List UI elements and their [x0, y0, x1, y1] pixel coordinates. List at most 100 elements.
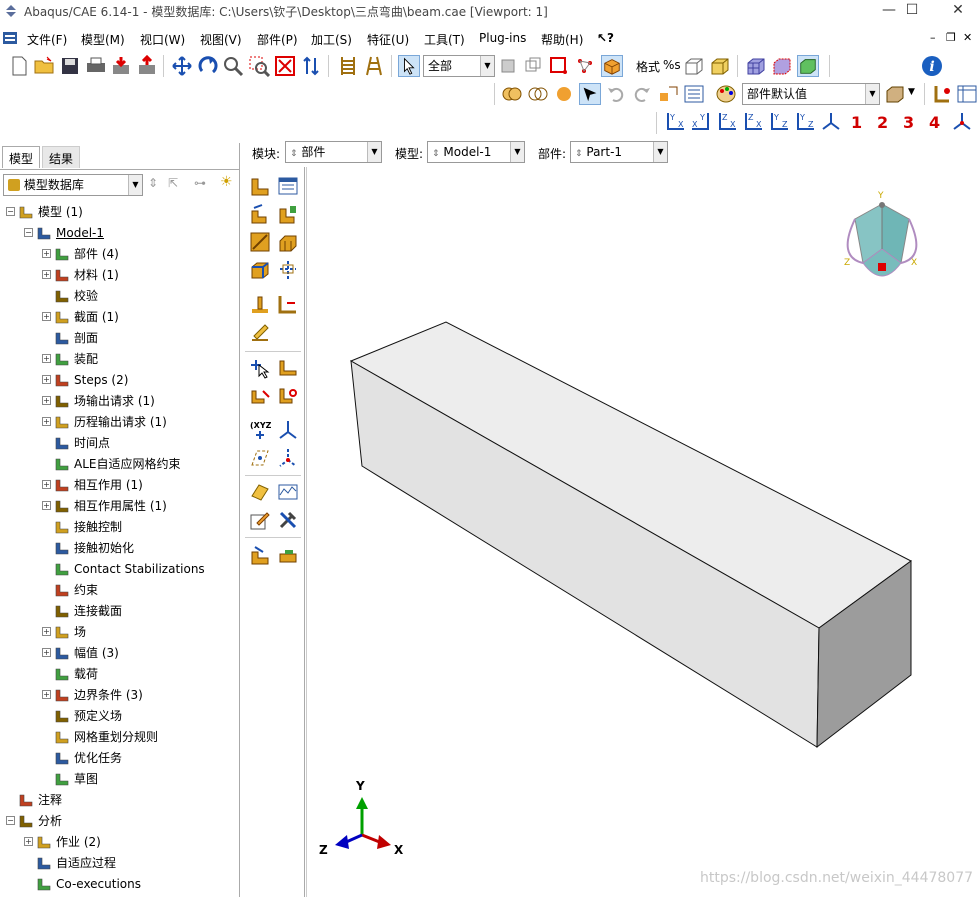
- view-right-icon[interactable]: YZ: [794, 111, 816, 133]
- filter-tree-icon[interactable]: ⊶: [194, 176, 206, 190]
- tree-item[interactable]: + 装配: [0, 349, 238, 369]
- merge-part-icon[interactable]: [277, 544, 299, 566]
- cycle-views-icon[interactable]: [300, 55, 322, 77]
- datum-point-icon[interactable]: [249, 293, 271, 315]
- sphere-icon[interactable]: [553, 83, 575, 105]
- tree-item[interactable]: 接触初始化: [0, 538, 238, 558]
- zoom-icon[interactable]: [222, 55, 244, 77]
- part-manager-icon[interactable]: [277, 175, 299, 197]
- expand-icon[interactable]: +: [42, 312, 51, 321]
- mdi-minimize-icon[interactable]: –: [930, 31, 936, 44]
- partition-icon[interactable]: [277, 259, 299, 281]
- viewport[interactable]: Y Z X Y X Z: [306, 167, 979, 897]
- tree-item[interactable]: + 相互作用 (1): [0, 475, 238, 495]
- tree-item[interactable]: + 边界条件 (3): [0, 685, 238, 705]
- tree-item[interactable]: 自适应过程: [0, 853, 238, 873]
- menu-file[interactable]: 文件(F): [27, 31, 67, 48]
- select-geometry-icon[interactable]: [522, 55, 544, 77]
- expand-icon[interactable]: +: [42, 648, 51, 657]
- tree-item[interactable]: + 幅值 (3): [0, 643, 238, 663]
- print-icon[interactable]: [85, 55, 107, 77]
- close-button[interactable]: ✕: [935, 0, 979, 22]
- select-points-icon[interactable]: [574, 55, 596, 77]
- revolve-icon[interactable]: [277, 203, 299, 225]
- tree-item[interactable]: + 部件 (4): [0, 244, 238, 264]
- list-display-icon[interactable]: [683, 83, 705, 105]
- tools-icon[interactable]: [277, 509, 299, 531]
- import-icon[interactable]: [110, 55, 132, 77]
- expand-icon[interactable]: +: [42, 627, 51, 636]
- expand-icon[interactable]: +: [42, 690, 51, 699]
- attach-icon[interactable]: [931, 83, 953, 105]
- context-help-button[interactable]: ↖?: [597, 31, 614, 45]
- wireframe-box-icon[interactable]: [683, 55, 705, 77]
- parent-folder-icon[interactable]: ⇱: [168, 176, 178, 190]
- view-top-icon[interactable]: ZX: [716, 111, 738, 133]
- auto-fit-icon[interactable]: [274, 55, 296, 77]
- solid-box-icon[interactable]: [709, 55, 731, 77]
- menu-view[interactable]: 视图(V): [200, 31, 242, 48]
- tree-item[interactable]: 网格重划分规则: [0, 727, 238, 747]
- ladder-icon[interactable]: [363, 55, 385, 77]
- tree-item[interactable]: Contact Stabilizations: [0, 559, 238, 579]
- color-palette-icon[interactable]: [715, 83, 737, 105]
- tree-item[interactable]: − 分析: [0, 811, 238, 831]
- expand-icon[interactable]: +: [42, 396, 51, 405]
- tree-item[interactable]: 草图: [0, 769, 238, 789]
- view-bottom-icon[interactable]: ZX: [742, 111, 764, 133]
- mdi-close-icon[interactable]: ✕: [963, 31, 972, 44]
- expand-icon[interactable]: +: [42, 375, 51, 384]
- repair-icon[interactable]: [249, 321, 271, 343]
- menu-plugins[interactable]: Plug-ins: [479, 31, 526, 45]
- shell-icon[interactable]: [277, 231, 299, 253]
- boolean-intersect-icon[interactable]: [527, 83, 549, 105]
- tree-item[interactable]: − 模型 (1): [0, 202, 238, 222]
- expand-icon[interactable]: +: [42, 249, 51, 258]
- wire-icon[interactable]: [249, 481, 271, 503]
- collapse-icon[interactable]: −: [6, 816, 15, 825]
- view-back-icon[interactable]: YX: [690, 111, 712, 133]
- part-combo[interactable]: ⇕ Part-1 ▼: [570, 141, 668, 163]
- view-front-icon[interactable]: YX: [664, 111, 686, 133]
- info-icon[interactable]: i: [921, 55, 943, 77]
- database-combo[interactable]: 模型数据库 ▼: [3, 174, 143, 196]
- view-3-button[interactable]: 3: [903, 113, 914, 132]
- view-iso-icon[interactable]: [820, 111, 842, 133]
- sketch-plane-icon[interactable]: [249, 231, 271, 253]
- mesh-red-box-icon[interactable]: [771, 55, 793, 77]
- redo-icon[interactable]: [631, 83, 653, 105]
- mesh-green-box-icon[interactable]: [797, 55, 819, 77]
- sort-arrows-icon[interactable]: ⇕: [148, 176, 158, 190]
- display-group-icon[interactable]: [657, 83, 679, 105]
- box-zoom-icon[interactable]: [248, 55, 270, 77]
- tree-item[interactable]: 时间点: [0, 433, 238, 453]
- view-orientation-cube[interactable]: [846, 202, 918, 277]
- view-custom-icon[interactable]: [951, 111, 973, 133]
- new-file-icon[interactable]: [8, 55, 30, 77]
- export-icon[interactable]: [136, 55, 158, 77]
- tree-item[interactable]: + 作业 (2): [0, 832, 238, 852]
- view-1-button[interactable]: 1: [851, 113, 862, 132]
- cut-icon[interactable]: [277, 385, 299, 407]
- edit-feature-icon[interactable]: [249, 509, 271, 531]
- mdi-restore-icon[interactable]: ❐: [946, 31, 956, 44]
- extrude-icon[interactable]: [249, 203, 271, 225]
- view-4-button[interactable]: 4: [929, 113, 940, 132]
- tree-item[interactable]: 载荷: [0, 664, 238, 684]
- tree-item[interactable]: 接触控制: [0, 517, 238, 537]
- tree-item[interactable]: ALE自适应网格约束: [0, 454, 238, 474]
- render-shaded-icon[interactable]: [601, 55, 623, 77]
- collapse-icon[interactable]: −: [6, 207, 15, 216]
- menu-part[interactable]: 部件(P): [257, 31, 298, 48]
- rotate-icon[interactable]: [197, 55, 219, 77]
- tree-item[interactable]: + 历程输出请求 (1): [0, 412, 238, 432]
- app-menu-icon[interactable]: [2, 30, 18, 46]
- menu-shape[interactable]: 加工(S): [311, 31, 352, 48]
- tree-item[interactable]: 约束: [0, 580, 238, 600]
- select-options-icon[interactable]: [497, 55, 519, 77]
- tab-model[interactable]: 模型: [2, 146, 41, 168]
- collapse-icon[interactable]: −: [24, 228, 33, 237]
- mesh-box-icon[interactable]: [745, 55, 767, 77]
- tree-item[interactable]: 预定义场: [0, 706, 238, 726]
- create-part-icon[interactable]: [249, 175, 271, 197]
